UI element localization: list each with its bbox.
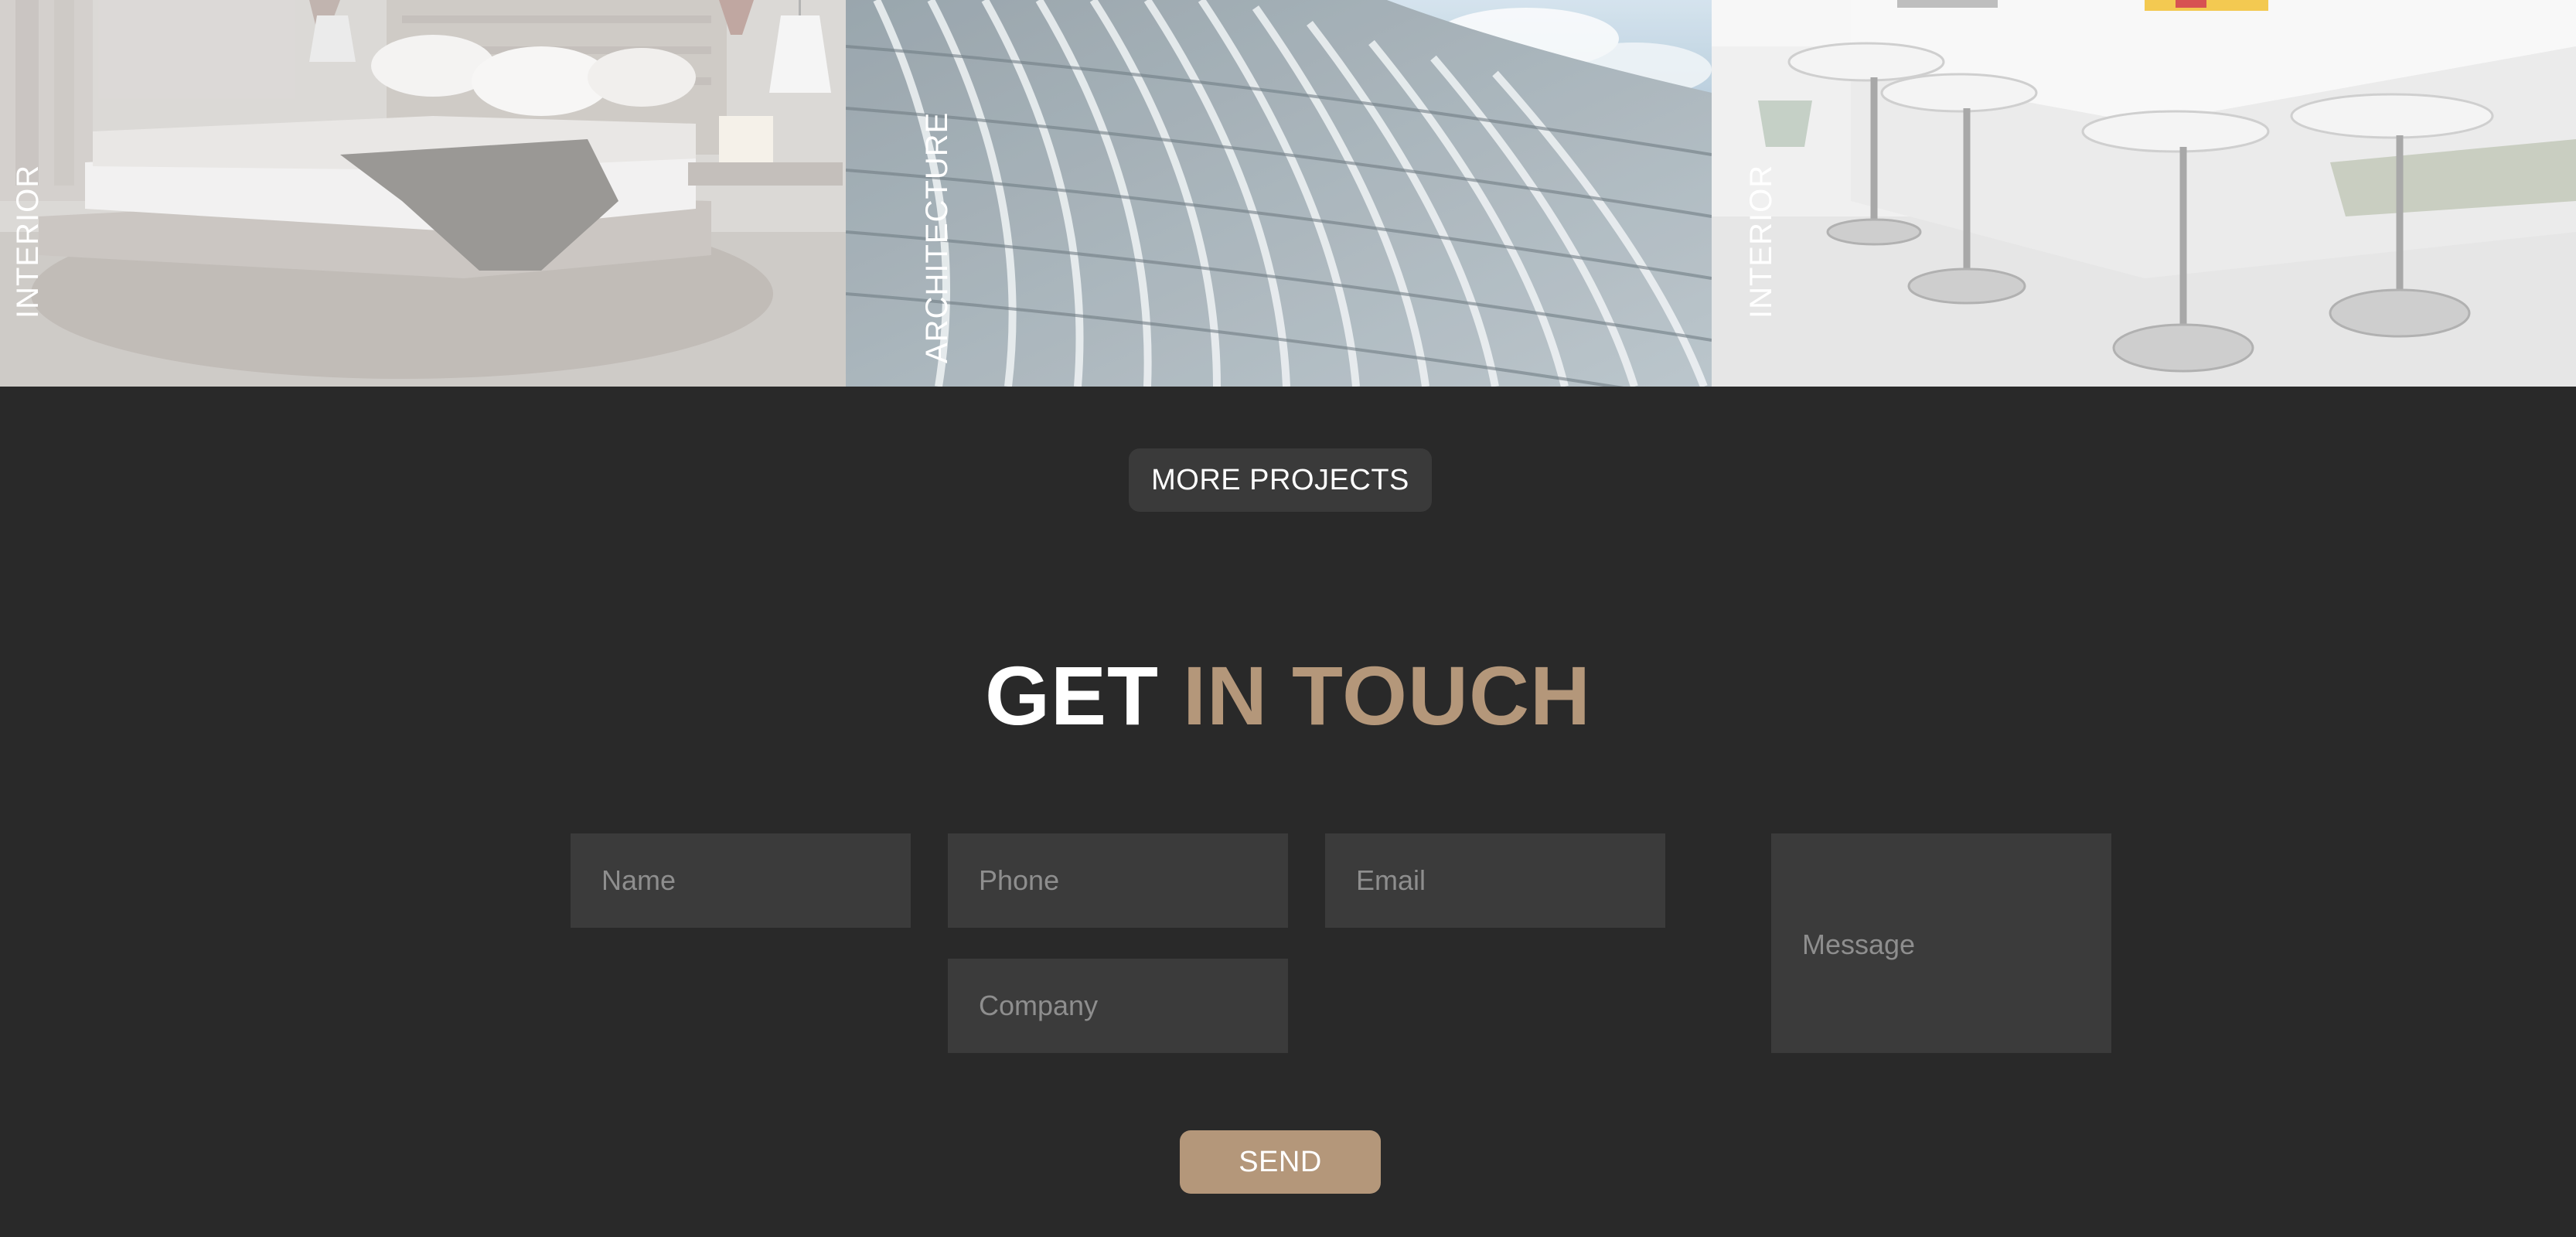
tile-category-label: INTERIOR (1744, 164, 1778, 319)
tile-category-label: INTERIOR (11, 164, 45, 319)
tile-category-label: ARCHITECTURE (920, 111, 954, 363)
project-gallery: INTERIOR ARCHITECTURE INTERIOR (0, 0, 2576, 387)
phone-field[interactable] (948, 833, 1288, 928)
heading-part-white: GET (984, 649, 1159, 742)
project-tile-architecture[interactable]: ARCHITECTURE (846, 0, 1712, 387)
send-button[interactable]: SEND (1180, 1130, 1381, 1194)
project-tile-bedroom[interactable]: INTERIOR (0, 0, 846, 387)
image-overlay (846, 0, 1712, 387)
email-field[interactable] (1325, 833, 1665, 928)
get-in-touch-heading: GET IN TOUCH (0, 646, 2576, 745)
project-tile-kitchen[interactable]: INTERIOR (1712, 0, 2576, 387)
more-projects-button[interactable]: MORE PROJECTS (1129, 448, 1432, 512)
name-field[interactable] (571, 833, 911, 928)
heading-part-accent: IN TOUCH (1183, 649, 1592, 742)
message-field[interactable] (1771, 833, 2111, 1053)
image-overlay (1712, 0, 2576, 387)
image-overlay (0, 0, 846, 387)
company-field[interactable] (948, 959, 1288, 1053)
